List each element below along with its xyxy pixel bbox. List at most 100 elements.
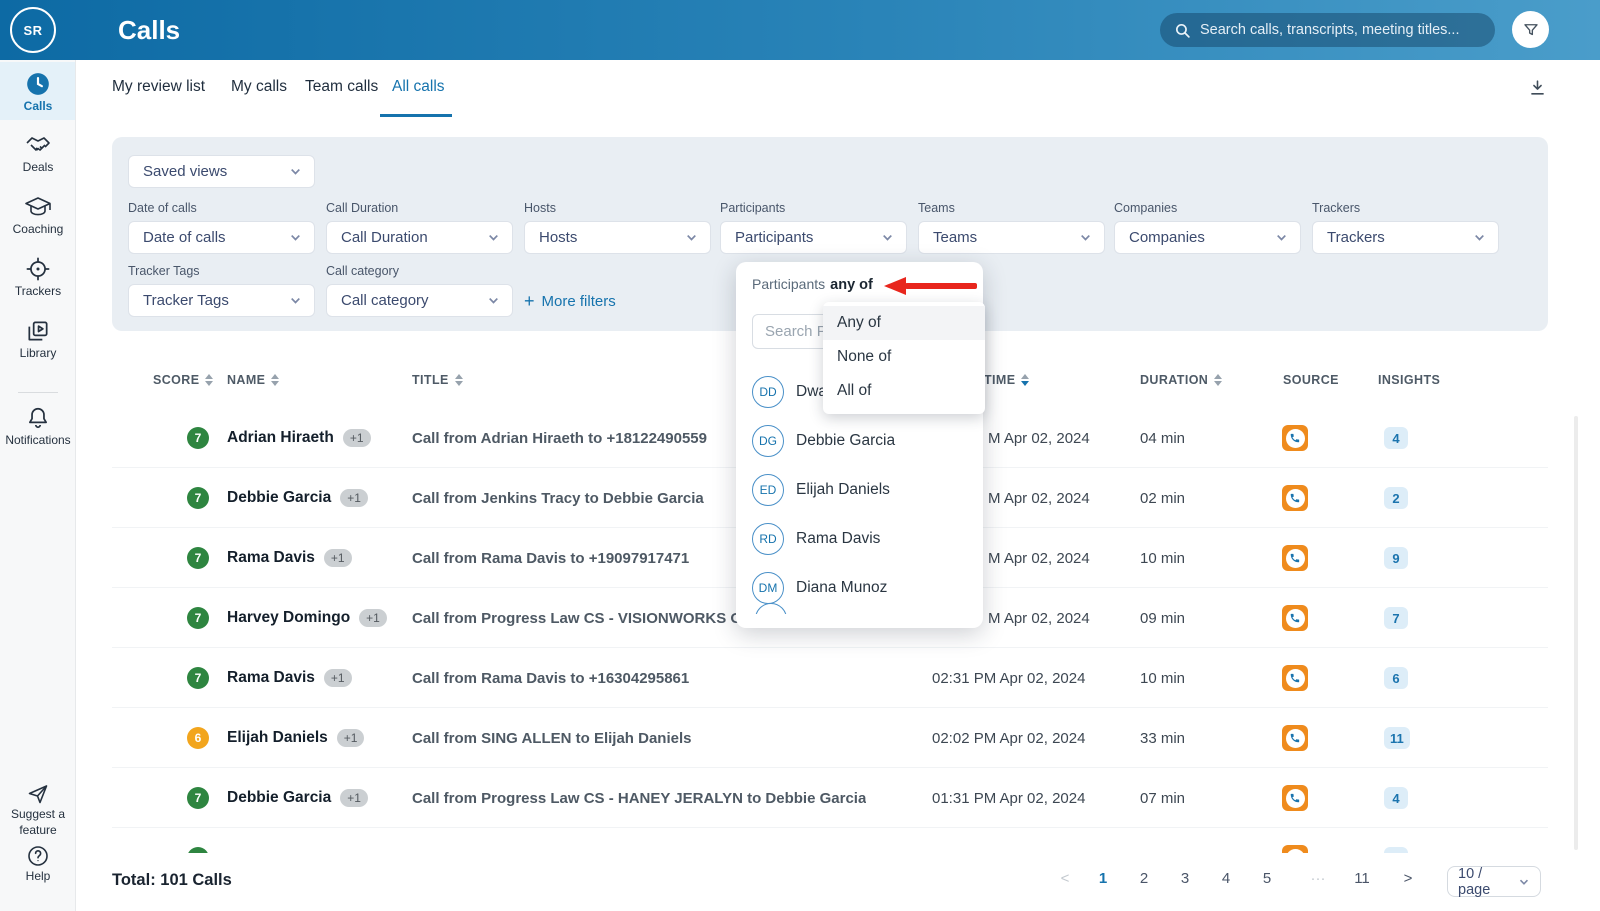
tracker-tags-select[interactable]: Tracker Tags [128,284,315,317]
call-owner-name: Debbie Garcia [227,789,331,807]
date-of-calls-value: Date of calls [143,229,226,246]
participant-option-3[interactable]: ED Elijah Daniels [752,473,966,507]
call-duration: 10 min [1140,648,1185,708]
avatar-initials: SR [23,23,42,38]
user-avatar[interactable]: SR [10,7,56,53]
date-of-calls-select[interactable]: Date of calls [128,221,315,254]
pagination-prev[interactable]: < [1051,870,1079,887]
chevron-down-icon [1473,231,1486,244]
call-title[interactable]: Call from Adrian Hiraeth to +18122490559 [412,408,707,468]
call-title[interactable]: Call from Progress Law CS - HANEY JERALY… [412,768,866,828]
table-scrollbar[interactable] [1574,416,1578,850]
sidebar-item-suggest-feature[interactable]: Suggest a feature [0,782,76,838]
sidebar-item-coaching[interactable]: Coaching [0,194,76,236]
pagination-page-3[interactable]: 3 [1171,870,1199,887]
global-search[interactable] [1160,13,1495,47]
tab-my-review-list[interactable]: My review list [112,78,205,96]
sort-icon [455,374,463,386]
extra-participants-badge[interactable]: +1 [337,729,365,747]
paper-plane-icon [0,782,76,806]
sidebar-item-deals[interactable]: Deals [0,132,76,174]
extra-participants-badge[interactable]: +1 [343,429,371,447]
sidebar-item-calls[interactable]: Calls [0,62,76,120]
participant-name-cell: Harvey Domingo +1 [227,588,387,648]
source-phone-icon[interactable] [1282,545,1308,571]
call-title[interactable]: Call from SING ALLEN to Elijah Daniels [412,708,692,768]
condition-option-all-of[interactable]: All of [823,374,985,408]
condition-option-any-of[interactable]: Any of [823,306,985,340]
pagination-ellipsis[interactable]: ··· [1304,870,1332,887]
source-phone-icon[interactable] [1282,485,1308,511]
call-row[interactable]: 6Elijah Daniels+1Call from SING ALLEN to… [112,708,1548,768]
column-header-duration[interactable]: DURATION [1140,373,1222,387]
column-header-title[interactable]: TITLE [412,373,463,387]
call-title[interactable]: Call from Progress Law CS - VISIONWORKS … [412,588,751,648]
pagination-page-5[interactable]: 5 [1253,870,1281,887]
call-title[interactable]: Call from Jenkins Tracy to Debbie Garcia [412,468,704,528]
call-row[interactable]: 7 Debbie Garcia +1 Call from Progress Law C… [112,768,1548,828]
sidebar-item-library[interactable]: Library [0,318,76,360]
sidebar-item-notifications[interactable]: Notifications [0,405,76,447]
pagination-page-2[interactable]: 2 [1130,870,1158,887]
sidebar-item-help[interactable]: Help [0,844,76,884]
source-phone-icon[interactable] [1282,725,1308,751]
sidebar-label-calls: Calls [0,99,76,113]
tab-team-calls[interactable]: Team calls [305,78,378,96]
extra-participants-badge[interactable]: +1 [340,489,368,507]
call-owner-name: Harvey Domingo [227,609,350,627]
tab-my-calls[interactable]: My calls [231,78,287,96]
extra-participants-badge[interactable]: +1 [359,609,387,627]
source-phone-icon[interactable] [1282,425,1308,451]
filter-label-participants: Participants [720,201,785,215]
hosts-select[interactable]: Hosts [524,221,711,254]
call-title[interactable]: Call from Rama Davis to +19097917471 [412,528,689,588]
insights-count-badge[interactable]: 4 [1384,427,1408,449]
tab-all-calls[interactable]: All calls [392,78,445,96]
column-header-name[interactable]: NAME [227,373,279,387]
column-header-score[interactable]: SCORE [153,373,213,387]
sidebar-item-trackers[interactable]: Trackers [0,256,76,298]
call-title[interactable]: Call from Rama Davis to +16304295861 [412,648,689,708]
call-row[interactable]: 7Rama Davis+1Call from Rama Davis to +16… [112,648,1548,708]
teams-select[interactable]: Teams [918,221,1105,254]
condition-trigger[interactable]: any of [830,277,873,293]
insights-count-badge[interactable]: 6 [1384,667,1408,689]
participants-select[interactable]: Participants [720,221,907,254]
column-header-time[interactable]: TIME [984,373,1029,387]
insights-count-badge[interactable]: 4 [1384,787,1408,809]
insights-count-badge[interactable]: 11 [1384,727,1410,749]
source-phone-icon[interactable] [1282,785,1308,811]
call-duration-select[interactable]: Call Duration [326,221,513,254]
participant-option-4[interactable]: RD Rama Davis [752,522,966,556]
saved-views-select[interactable]: Saved views [128,155,315,188]
search-input[interactable] [1200,22,1481,38]
call-category-select[interactable]: Call category [326,284,513,317]
participant-option-2[interactable]: DG Debbie Garcia [752,424,966,458]
insights-count-badge[interactable]: 9 [1384,547,1408,569]
pagination-page-4[interactable]: 4 [1212,870,1240,887]
extra-participants-badge[interactable]: +1 [340,789,368,807]
source-phone-icon[interactable] [1282,605,1308,631]
more-filters-label: More filters [542,293,616,310]
trackers-select[interactable]: Trackers [1312,221,1499,254]
insights-count-badge[interactable]: 2 [1384,487,1408,509]
export-download-button[interactable] [1528,78,1547,97]
insights-count-badge[interactable]: 7 [1384,607,1408,629]
source-phone-icon[interactable] [1282,665,1308,691]
bell-icon [0,405,76,431]
companies-select[interactable]: Companies [1114,221,1301,254]
hosts-value: Hosts [539,229,577,246]
pagination-next[interactable]: > [1394,870,1422,887]
extra-participants-badge[interactable]: +1 [324,549,352,567]
sidebar-divider [18,392,58,393]
score-badge: 7 [187,787,209,809]
filter-button[interactable] [1512,11,1549,48]
participant-option-5[interactable]: DM Diana Munoz [752,571,966,605]
pagination-page-1[interactable]: 1 [1089,870,1117,887]
more-filters-link[interactable]: + More filters [524,292,616,310]
pagination-page-11[interactable]: 11 [1348,870,1376,887]
extra-participants-badge[interactable]: +1 [324,669,352,687]
sidebar-label-help: Help [0,868,76,884]
page-size-select[interactable]: 10 / page [1447,866,1541,897]
condition-option-none-of[interactable]: None of [823,340,985,374]
